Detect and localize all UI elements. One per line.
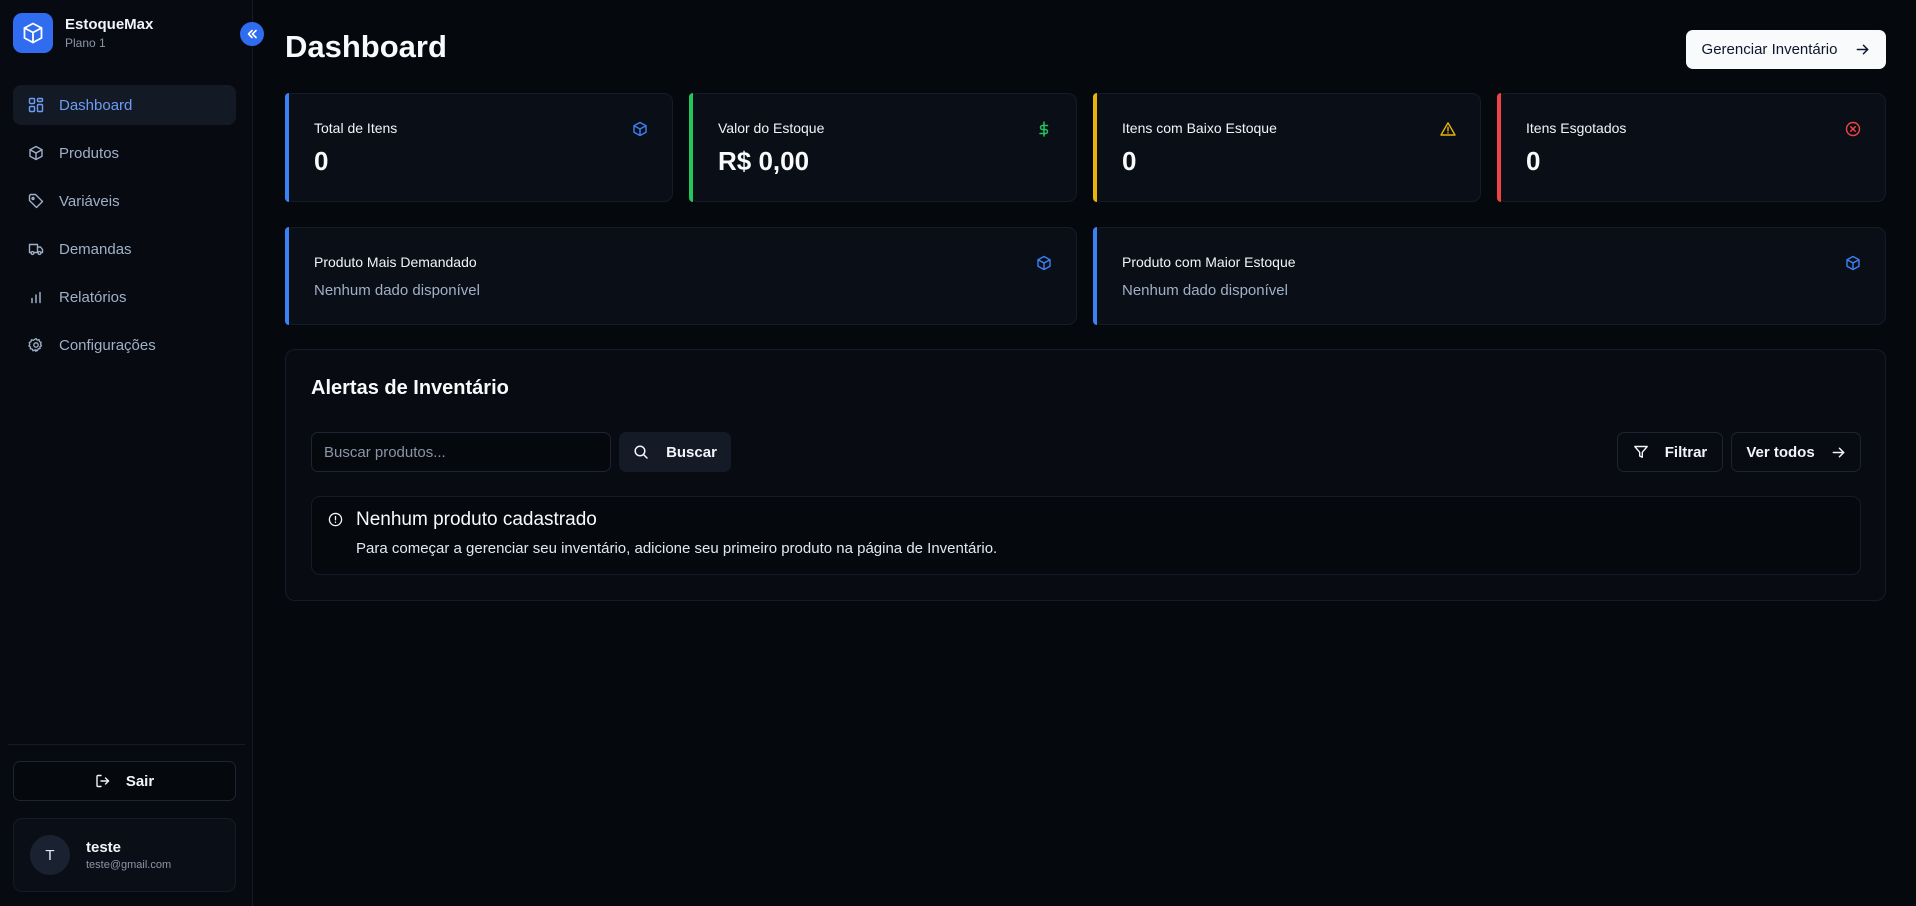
package-icon (29, 145, 43, 161)
package-icon (1037, 255, 1051, 271)
stat-label: Itens com Baixo Estoque (1122, 120, 1277, 136)
highlight-value: Nenhum dado disponível (1122, 282, 1288, 299)
user-name: teste (86, 839, 122, 856)
avatar: T (30, 835, 70, 875)
chevrons-left-icon (247, 29, 257, 39)
stat-value: R$ 0,00 (718, 146, 810, 176)
sidebar-nav: Dashboard Produtos Variáveis Demandas Re… (13, 85, 236, 373)
stat-label: Total de Itens (314, 120, 398, 136)
truck-icon (28, 243, 44, 256)
sidebar-item-variaveis[interactable]: Variáveis (13, 181, 236, 221)
empty-state-alert: Nenhum produto cadastrado Para começar a… (311, 496, 1861, 575)
sidebar-divider (8, 744, 245, 745)
filter-button-label: Filtrar (1664, 443, 1708, 461)
search-button[interactable]: Buscar (619, 432, 731, 472)
user-email: teste@gmail.com (86, 859, 172, 871)
empty-state-description: Para começar a gerenciar seu inventário,… (356, 540, 998, 557)
brand-name: EstoqueMax (65, 15, 154, 33)
tag-icon (28, 193, 44, 209)
sidebar-item-label: Dashboard (59, 96, 133, 114)
collapse-sidebar-button[interactable] (240, 22, 264, 46)
stat-card-out-of-stock: Itens Esgotados 0 (1497, 93, 1886, 202)
filter-icon (1633, 445, 1648, 458)
sidebar: EstoqueMax Plano 1 Dashboard Produtos Va… (0, 0, 253, 906)
sidebar-item-dashboard[interactable]: Dashboard (13, 85, 236, 125)
search-icon (634, 445, 648, 459)
arrow-right-icon (1832, 447, 1845, 457)
stat-card-stock-value: Valor do Estoque R$ 0,00 (689, 93, 1077, 202)
package-icon (1846, 255, 1860, 271)
highlight-card-largest-stock: Produto com Maior Estoque Nenhum dado di… (1093, 227, 1886, 325)
inventory-alerts-panel: Alertas de Inventário Buscar Filtrar Ver… (285, 349, 1886, 601)
sidebar-item-label: Configurações (59, 336, 156, 354)
logout-icon (96, 774, 110, 788)
view-all-button[interactable]: Ver todos (1731, 432, 1861, 472)
bar-chart-icon (31, 291, 41, 304)
stat-value: 0 (314, 146, 329, 176)
package-icon (633, 121, 647, 137)
stat-value: 0 (1122, 146, 1137, 176)
highlight-label: Produto com Maior Estoque (1122, 254, 1296, 270)
stat-label: Valor do Estoque (718, 120, 825, 136)
arrow-right-icon (1857, 44, 1869, 55)
sidebar-item-produtos[interactable]: Produtos (13, 133, 236, 173)
panel-title: Alertas de Inventário (311, 377, 509, 399)
stat-card-total-items: Total de Itens 0 (285, 93, 673, 202)
highlight-label: Produto Mais Demandado (314, 254, 477, 270)
logout-button[interactable]: Sair (13, 761, 236, 801)
manage-inventory-button[interactable]: Gerenciar Inventário (1686, 30, 1886, 69)
brand-plan: Plano 1 (65, 35, 106, 50)
highlight-value: Nenhum dado disponível (314, 282, 480, 299)
gear-icon (28, 337, 43, 353)
user-card[interactable]: T teste teste@gmail.com (13, 818, 236, 892)
sidebar-item-label: Relatórios (59, 288, 127, 306)
sidebar-item-label: Produtos (59, 144, 120, 162)
dashboard-icon (28, 97, 44, 113)
stat-card-low-stock: Itens com Baixo Estoque 0 (1093, 93, 1481, 202)
highlight-card-most-demanded: Produto Mais Demandado Nenhum dado dispo… (285, 227, 1077, 325)
page-title: Dashboard (285, 29, 447, 64)
warning-icon (1440, 122, 1456, 136)
x-circle-icon (1845, 121, 1861, 137)
filter-button[interactable]: Filtrar (1617, 432, 1723, 472)
box-logo-icon (13, 13, 53, 53)
view-all-label: Ver todos (1746, 443, 1815, 461)
alert-circle-icon (328, 512, 343, 527)
dollar-icon (1039, 121, 1049, 137)
sidebar-item-demandas[interactable]: Demandas (13, 229, 236, 269)
sidebar-item-relatorios[interactable]: Relatórios (13, 277, 236, 317)
sidebar-item-label: Variáveis (59, 192, 120, 210)
logout-label: Sair (125, 772, 155, 790)
brand[interactable]: EstoqueMax Plano 1 (13, 13, 153, 53)
sidebar-item-label: Demandas (59, 240, 132, 258)
search-input[interactable] (311, 432, 611, 472)
sidebar-item-configuracoes[interactable]: Configurações (13, 325, 236, 365)
search-button-label: Buscar (666, 443, 717, 461)
stat-value: 0 (1526, 146, 1541, 176)
stat-label: Itens Esgotados (1526, 120, 1627, 136)
empty-state-title: Nenhum produto cadastrado (356, 509, 597, 530)
manage-inventory-label: Gerenciar Inventário (1701, 41, 1838, 58)
